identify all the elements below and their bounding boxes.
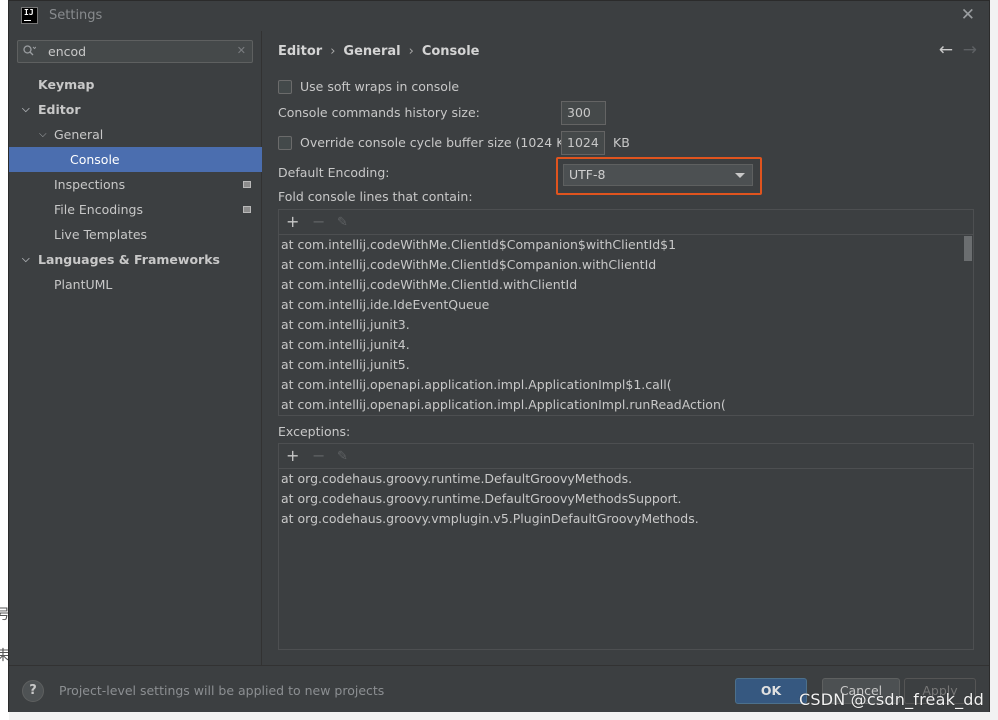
buffer-size-input[interactable]: 1024: [561, 131, 605, 155]
fold-lines-list: at com.intellij.codeWithMe.ClientId$Comp…: [279, 235, 973, 415]
project-settings-icon: [243, 181, 251, 188]
add-icon[interactable]: +: [286, 212, 299, 232]
chevron-down-icon[interactable]: ⌵: [22, 97, 30, 122]
sidebar-item-keymap[interactable]: Keymap: [9, 72, 262, 97]
edit-icon[interactable]: ✎: [337, 213, 348, 233]
sidebar-item-label: Editor: [38, 102, 81, 117]
list-item[interactable]: at com.intellij.ide.IdeEventQueue: [279, 295, 973, 315]
breadcrumb: Editor › General › Console: [278, 44, 479, 59]
close-icon[interactable]: ✕: [961, 5, 975, 25]
buffer-unit-label: KB: [613, 135, 630, 150]
exceptions-label: Exceptions:: [278, 424, 351, 439]
list-item[interactable]: at com.intellij.junit3.: [279, 315, 973, 335]
fold-lines-toolbar: + − ✎: [279, 210, 973, 235]
sidebar-item-editor[interactable]: ⌵ Editor: [9, 97, 262, 122]
search-icon: [23, 45, 37, 59]
encoding-value: UTF-8: [569, 167, 606, 182]
title-bar: IJ Settings ✕: [9, 1, 989, 31]
sidebar-item-plantuml[interactable]: PlantUML: [9, 272, 262, 297]
settings-dialog: IJ Settings ✕ ✕ Keymap ⌵ Editor ⌵ Genera…: [8, 0, 990, 712]
list-item[interactable]: at com.intellij.codeWithMe.ClientId$Comp…: [279, 235, 973, 255]
dropdown-arrow-icon: [735, 173, 745, 178]
sidebar-item-languages-frameworks[interactable]: ⌵ Languages & Frameworks: [9, 247, 262, 272]
list-item[interactable]: at com.intellij.codeWithMe.ClientId.with…: [279, 275, 973, 295]
sidebar-item-label: Console: [70, 152, 120, 167]
soft-wraps-label: Use soft wraps in console: [300, 79, 460, 94]
clear-search-icon[interactable]: ✕: [237, 44, 246, 57]
sidebar-item-label: Keymap: [38, 77, 95, 92]
project-settings-icon: [243, 206, 251, 213]
exceptions-toolbar: + − ✎: [279, 444, 973, 469]
settings-content: Editor › General › Console ← → Use soft wrap…: [263, 31, 989, 665]
list-item[interactable]: at org.codehaus.groovy.runtime.DefaultGr…: [279, 469, 973, 489]
remove-icon[interactable]: −: [312, 212, 325, 232]
sidebar-item-label: Inspections: [54, 177, 126, 192]
settings-search[interactable]: ✕: [17, 40, 253, 63]
settings-tree: Keymap ⌵ Editor ⌵ General Console Inspec…: [9, 72, 262, 297]
ok-button[interactable]: OK: [735, 678, 807, 704]
sidebar-item-label: File Encodings: [54, 202, 144, 217]
breadcrumb-separator: ›: [330, 44, 336, 59]
watermark-text: CSDN @csdn_freak_dd: [798, 690, 984, 709]
history-size-input[interactable]: 300: [561, 101, 606, 125]
override-buffer-label: Override console cycle buffer size (1024…: [300, 135, 578, 150]
breadcrumb-item[interactable]: General: [343, 44, 400, 59]
soft-wraps-row[interactable]: Use soft wraps in console: [278, 79, 459, 95]
list-item[interactable]: at com.intellij.codeWithMe.ClientId$Comp…: [279, 255, 973, 275]
breadcrumb-separator: ›: [408, 44, 414, 59]
search-input[interactable]: [48, 43, 228, 60]
list-item[interactable]: at com.intellij.openapi.application.impl…: [279, 375, 973, 395]
forward-arrow-icon[interactable]: →: [963, 40, 977, 60]
list-item[interactable]: at org.codehaus.groovy.vmplugin.v5.Plugi…: [279, 509, 973, 529]
chevron-down-icon[interactable]: ⌵: [22, 247, 30, 272]
sidebar-item-general[interactable]: ⌵ General: [9, 122, 262, 147]
add-icon[interactable]: +: [286, 446, 299, 466]
sidebar-item-live-templates[interactable]: Live Templates: [9, 222, 262, 247]
encoding-label: Default Encoding:: [278, 165, 390, 180]
chevron-down-icon[interactable]: ⌵: [39, 122, 47, 147]
sidebar-item-label: Live Templates: [54, 227, 148, 242]
breadcrumb-item: Console: [421, 44, 480, 59]
encoding-select[interactable]: UTF-8: [563, 164, 753, 186]
sidebar-item-file-encodings[interactable]: File Encodings: [9, 197, 262, 222]
settings-sidebar: ✕ Keymap ⌵ Editor ⌵ General Console Insp…: [9, 31, 262, 665]
override-buffer-row[interactable]: Override console cycle buffer size (1024…: [278, 135, 578, 151]
fold-lines-panel: + − ✎ at com.intellij.codeWithMe.ClientI…: [278, 209, 974, 416]
intellij-logo-icon: IJ: [21, 7, 38, 24]
sidebar-item-console[interactable]: Console: [9, 147, 262, 172]
soft-wraps-checkbox[interactable]: [278, 79, 292, 94]
sidebar-item-label: General: [54, 127, 104, 142]
edit-icon[interactable]: ✎: [337, 447, 348, 467]
remove-icon[interactable]: −: [312, 446, 325, 466]
scrollbar-thumb[interactable]: [964, 236, 972, 261]
list-item[interactable]: at com.intellij.junit5.: [279, 355, 973, 375]
list-item[interactable]: at com.intellij.openapi.application.impl…: [279, 395, 973, 415]
history-size-label: Console commands history size:: [278, 105, 480, 120]
fold-lines-label: Fold console lines that contain:: [278, 189, 473, 204]
exceptions-list: at org.codehaus.groovy.runtime.DefaultGr…: [279, 469, 973, 649]
back-arrow-icon[interactable]: ←: [939, 40, 953, 60]
footer-note: Project-level settings will be applied t…: [59, 683, 385, 698]
sidebar-item-inspections[interactable]: Inspections: [9, 172, 262, 197]
window-title: Settings: [49, 8, 103, 23]
sidebar-item-label: Languages & Frameworks: [38, 252, 220, 267]
override-buffer-checkbox[interactable]: [278, 135, 292, 150]
list-item[interactable]: at com.intellij.junit4.: [279, 335, 973, 355]
sidebar-item-label: PlantUML: [54, 277, 113, 292]
exceptions-panel: + − ✎ at org.codehaus.groovy.runtime.Def…: [278, 443, 974, 650]
list-item[interactable]: at org.codehaus.groovy.runtime.DefaultGr…: [279, 489, 973, 509]
breadcrumb-item[interactable]: Editor: [278, 44, 322, 59]
help-button[interactable]: ?: [22, 680, 44, 702]
